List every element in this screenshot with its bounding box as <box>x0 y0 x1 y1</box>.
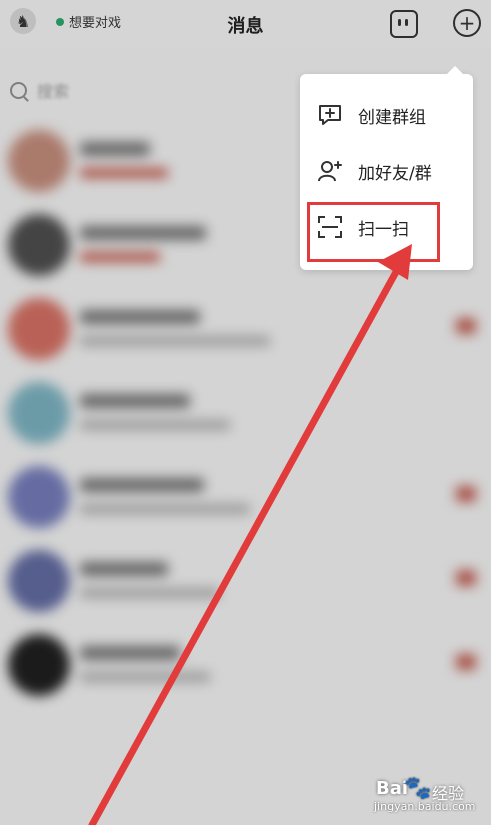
baidu-watermark: Bai 🐾 经验 jingyan.baidu.com <box>374 774 482 818</box>
watermark-url: jingyan.baidu.com <box>374 800 476 813</box>
app-screen: ♞ 想要对戏 消息 + 搜索 创建群组 加好友/群 扫一扫 Bai 🐾 经验 j… <box>0 0 491 825</box>
baidu-paw-icon: 🐾 <box>404 776 432 801</box>
pointer-arrow-icon <box>88 244 412 825</box>
